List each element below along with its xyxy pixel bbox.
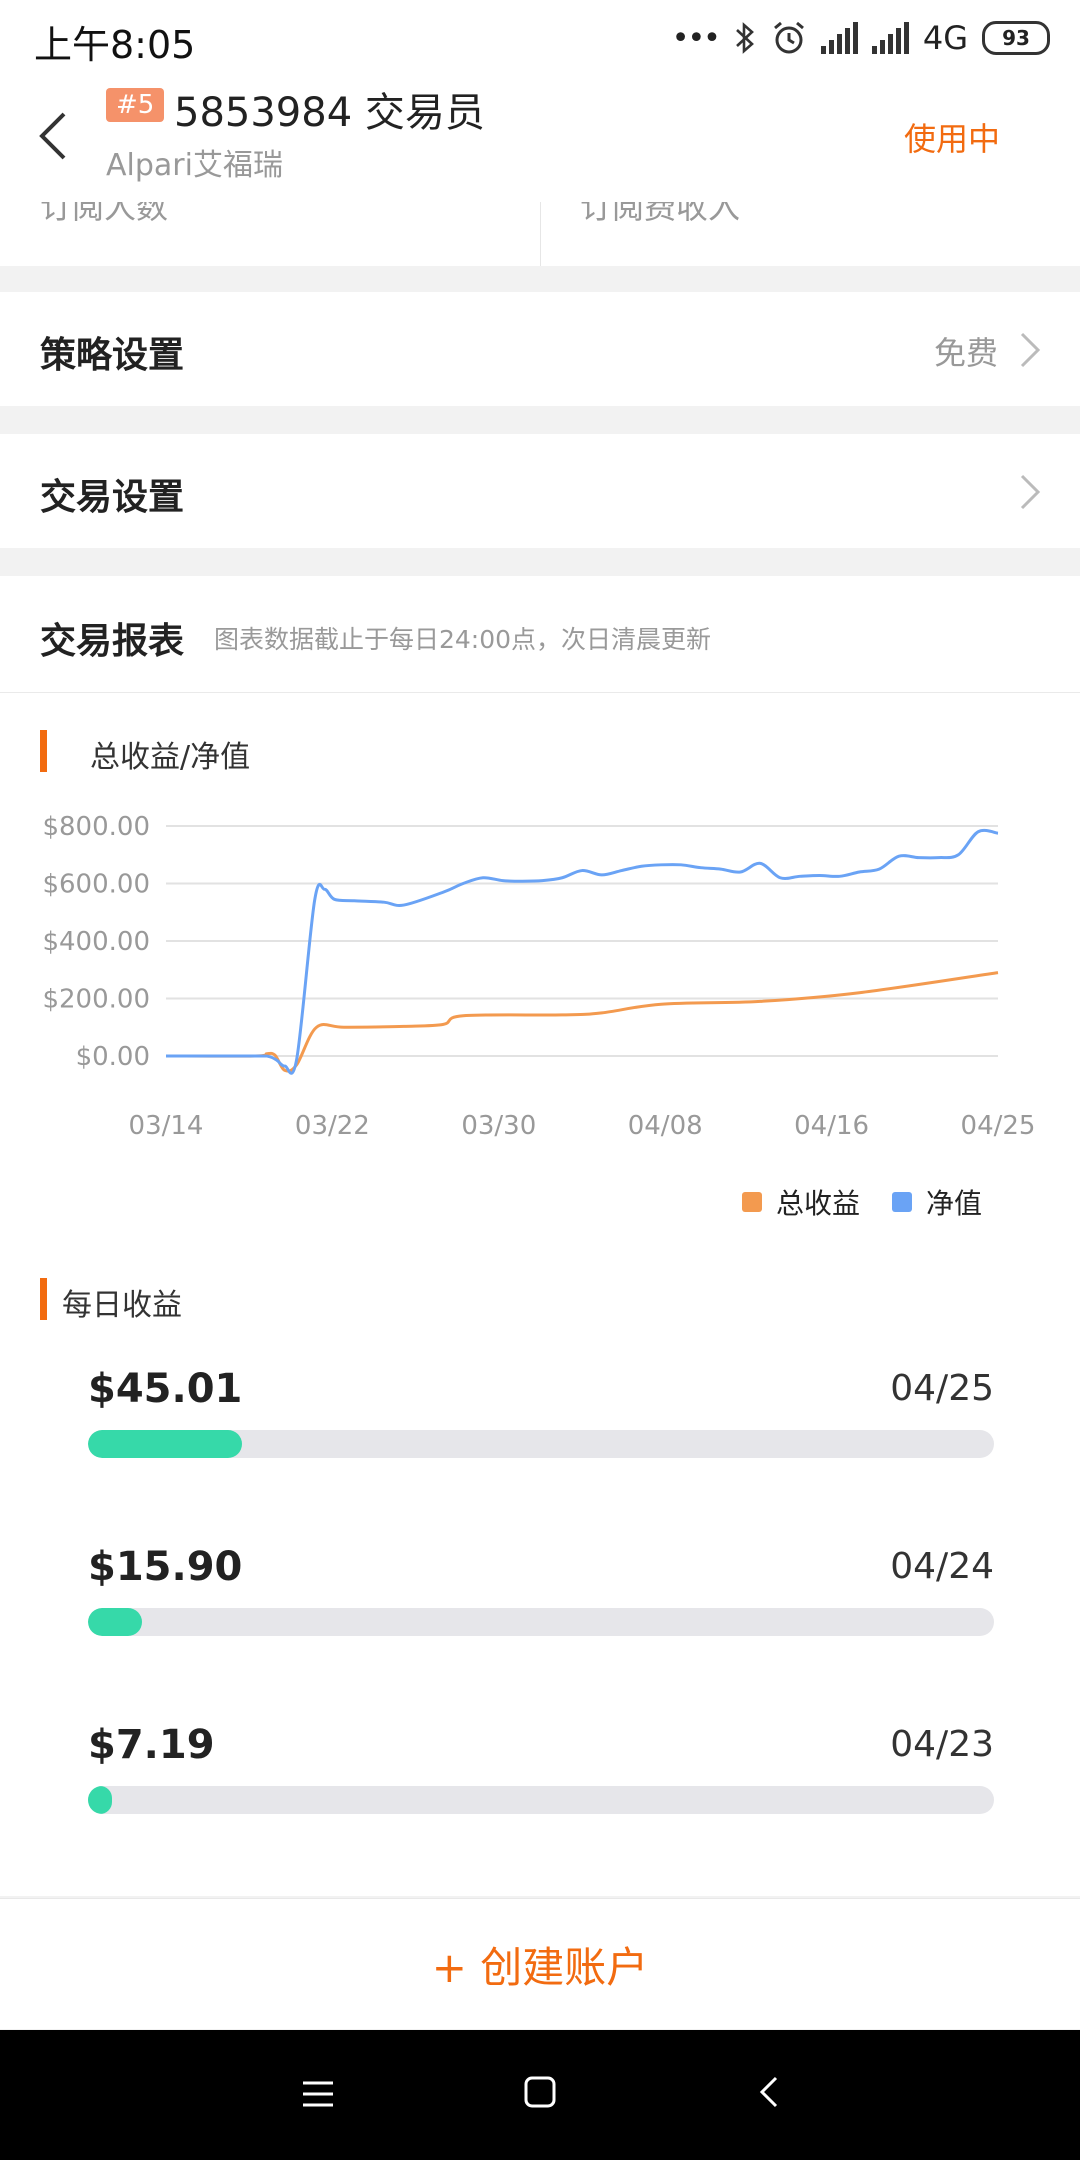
- trade-report-section: 交易报表 图表数据截止于每日24:00点，次日清晨更新 总收益/净值 $800.…: [0, 576, 1080, 1896]
- usage-status[interactable]: 使用中: [904, 114, 1000, 160]
- battery-icon: 93: [982, 21, 1050, 55]
- back-arrow-icon[interactable]: [28, 106, 88, 166]
- divider: [540, 202, 541, 266]
- subscription-income-label: 订阅费收入: [580, 202, 741, 226]
- network-type: 4G: [922, 19, 968, 57]
- home-icon[interactable]: [522, 2074, 558, 2110]
- stats-row: 订阅人数 订阅费收入: [0, 202, 1080, 266]
- menu-icon[interactable]: [300, 2076, 336, 2112]
- chevron-right-icon: [1020, 332, 1041, 368]
- report-title: 交易报表: [40, 621, 185, 662]
- section-accent-bar: [40, 730, 47, 772]
- daily-progress-track: [88, 1608, 994, 1636]
- chart-legend: 总收益 净值: [742, 1182, 982, 1222]
- profit-equity-line-chart: $800.00 $600.00 $400.00 $200.00 $0.00 03/14 03…: [42, 812, 1036, 1141]
- daily-date: 04/24: [890, 1546, 994, 1587]
- section-accent-bar: [40, 1278, 47, 1320]
- y-tick-label: $600.00: [42, 870, 150, 900]
- signal-icon-1: [820, 22, 858, 54]
- system-nav-bar: [0, 2030, 1080, 2160]
- alarm-icon: [773, 21, 804, 54]
- status-bar: 上午8:05 ••• 4G 93: [0, 0, 1080, 78]
- legend-label-equity: 净值: [926, 1187, 983, 1220]
- create-account-button[interactable]: + 创建账户: [0, 1898, 1080, 2029]
- y-tick-label: $200.00: [42, 985, 150, 1015]
- daily-date: 04/23: [890, 1724, 994, 1765]
- trader-title: 5853984 交易员: [174, 90, 485, 136]
- trade-settings-label: 交易设置: [40, 477, 185, 518]
- x-tick-label: 04/16: [794, 1111, 869, 1141]
- equity-line: [165, 828, 999, 1075]
- legend-swatch-equity: [892, 1192, 913, 1212]
- legend-swatch-total-profit: [742, 1192, 762, 1212]
- daily-amount: $15.90: [88, 1544, 243, 1590]
- chart-title: 总收益/净值: [90, 740, 251, 775]
- report-note: 图表数据截止于每日24:00点，次日清晨更新: [214, 625, 712, 654]
- more-dots-icon: •••: [671, 20, 721, 56]
- battery-level: 93: [1002, 26, 1030, 50]
- legend-label-total-profit: 总收益: [776, 1187, 861, 1220]
- daily-progress-fill: [88, 1786, 113, 1814]
- strategy-settings-label: 策略设置: [40, 335, 185, 376]
- x-tick-label: 03/22: [295, 1111, 370, 1141]
- x-tick-label: 03/30: [461, 1111, 536, 1141]
- x-tick-label: 04/25: [961, 1111, 1036, 1141]
- bluetooth-icon: [735, 22, 754, 54]
- status-time: 上午8:05: [34, 23, 196, 67]
- y-tick-label: $0.00: [76, 1042, 150, 1072]
- daily-profit-title: 每日收益: [62, 1288, 182, 1323]
- daily-progress-track: [88, 1786, 994, 1814]
- y-tick-label: $800.00: [42, 812, 150, 842]
- status-icons: ••• 4G 93: [672, 16, 1050, 60]
- strategy-settings-value: 免费: [933, 334, 998, 372]
- strategy-settings-row[interactable]: 策略设置 免费: [0, 292, 1080, 406]
- signal-icon-2: [871, 22, 909, 54]
- chevron-right-icon: [1020, 474, 1041, 510]
- broker-name: Alpari艾福瑞: [106, 148, 283, 183]
- trade-settings-row[interactable]: 交易设置: [0, 434, 1080, 548]
- daily-amount: $7.19: [88, 1722, 215, 1768]
- x-tick-label: 04/08: [628, 1111, 703, 1141]
- x-tick-label: 03/14: [129, 1111, 204, 1141]
- daily-date: 04/25: [890, 1368, 994, 1409]
- daily-amount: $45.01: [88, 1366, 243, 1412]
- rank-badge: #5: [106, 88, 165, 122]
- divider: [0, 692, 1080, 693]
- daily-progress-fill: [88, 1608, 143, 1636]
- header: #5 5853984 交易员 Alpari艾福瑞 使用中: [0, 78, 1080, 203]
- y-tick-label: $400.00: [42, 927, 150, 957]
- daily-progress-track: [88, 1430, 994, 1458]
- back-icon[interactable]: [752, 2074, 788, 2110]
- daily-progress-fill: [88, 1430, 243, 1458]
- subscribers-label: 订阅人数: [40, 202, 169, 226]
